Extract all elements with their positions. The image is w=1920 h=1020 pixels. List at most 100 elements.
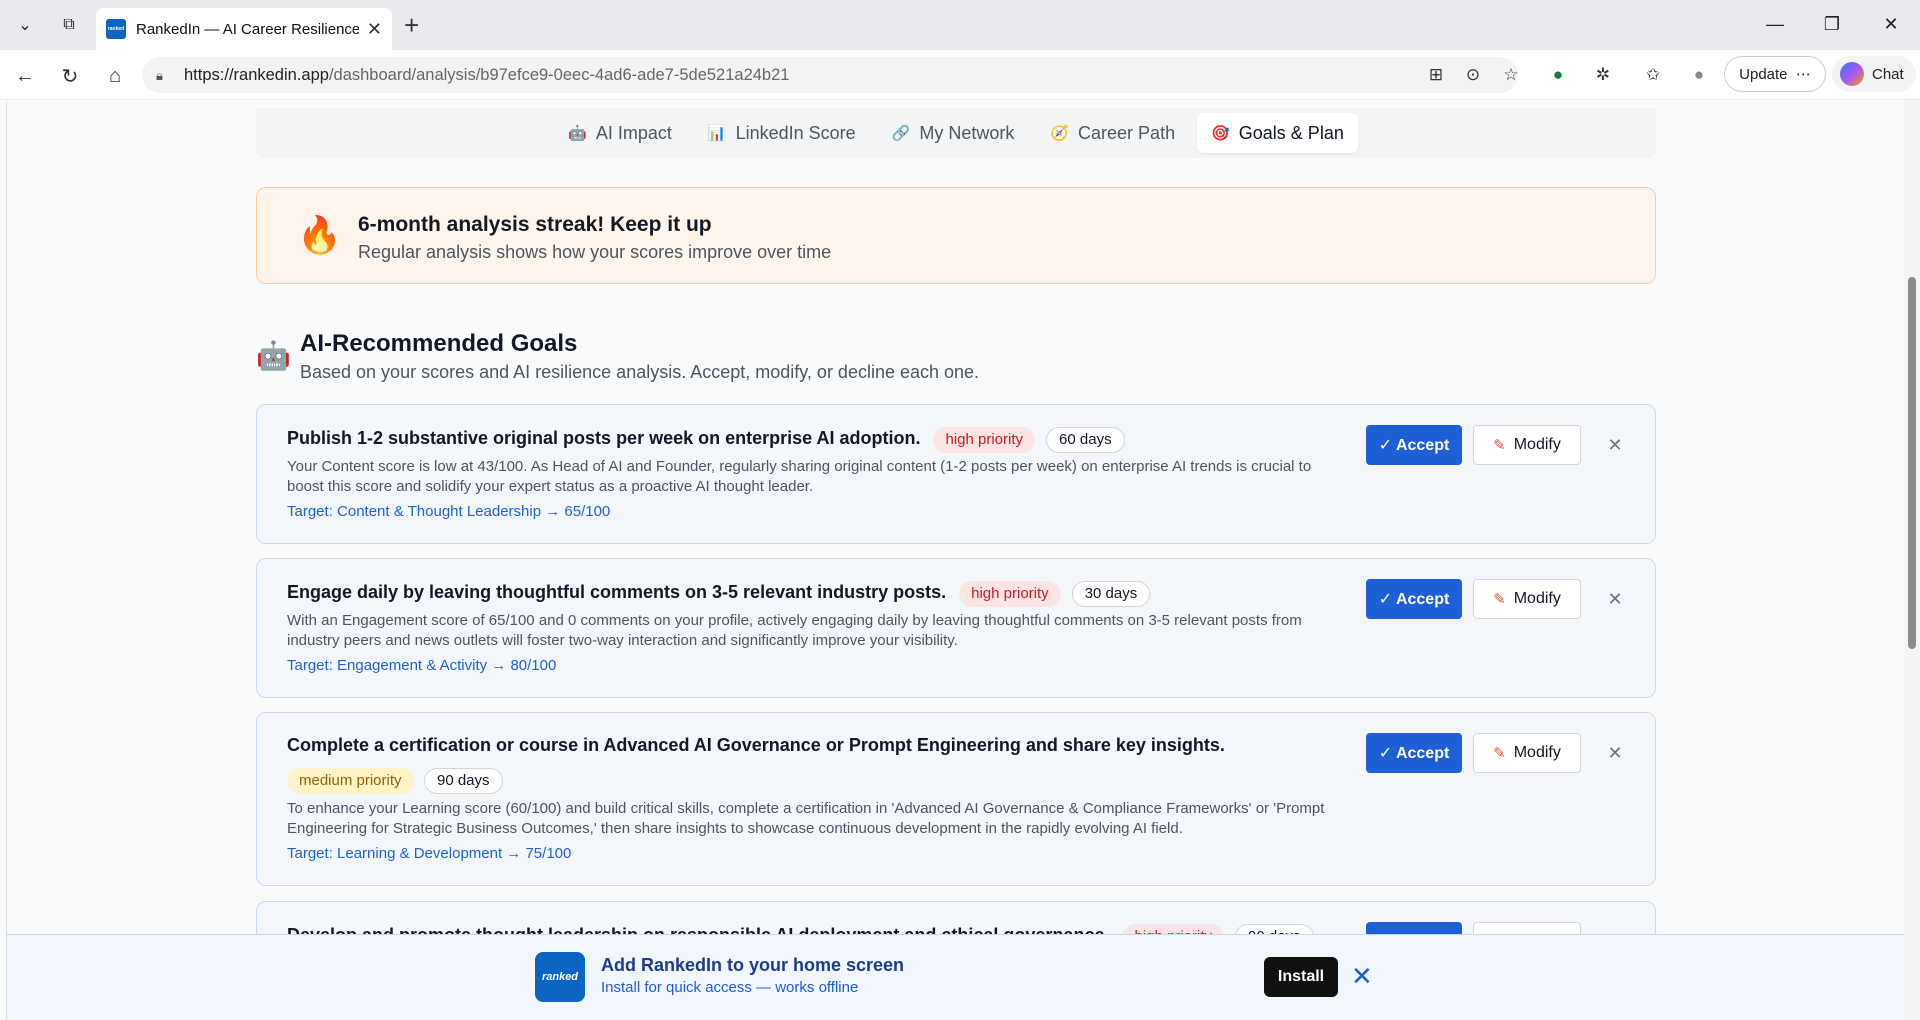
compass-icon: 🧭 xyxy=(1050,125,1070,142)
modify-label: Modify xyxy=(1513,590,1561,607)
goal-card: Publish 1-2 substantive original posts p… xyxy=(256,404,1656,544)
favorites-icon[interactable]: ✩ xyxy=(1640,62,1666,88)
goal-target[interactable]: Target: Engagement & Activity → 80/100 xyxy=(287,657,556,674)
update-button[interactable]: Update ⋯ xyxy=(1724,56,1826,92)
lock-icon: 🔒︎ xyxy=(156,68,163,83)
tab-title: RankedIn — AI Career Resilience S xyxy=(136,20,359,38)
duration-badge: 90 days xyxy=(423,768,503,794)
url-path: /dashboard/analysis/b97efce9-0eec-4ad6-a… xyxy=(328,65,790,84)
goal-target[interactable]: Target: Learning & Development → 75/100 xyxy=(287,845,571,862)
modify-button[interactable]: ✎ Modify xyxy=(1473,733,1581,773)
target-icon: 🎯 xyxy=(1211,125,1230,142)
decline-close-icon[interactable]: ✕ xyxy=(1603,587,1627,611)
streak-title: 6-month analysis streak! Keep it up xyxy=(358,213,712,236)
tab-label: Career Path xyxy=(1078,122,1176,143)
tab-ai-impact[interactable]: 🤖 AI Impact xyxy=(554,113,686,153)
tab-list-chevron-icon[interactable]: ⌄ xyxy=(6,8,44,42)
home-icon[interactable]: ⌂ xyxy=(101,62,129,90)
flame-icon: 🔥 xyxy=(297,214,342,255)
goal-title: Engage daily by leaving thoughtful comme… xyxy=(287,581,1151,607)
goal-description: With an Engagement score of 65/100 and 0… xyxy=(287,612,1302,649)
duration-badge: 30 days xyxy=(1071,581,1151,607)
app-available-icon[interactable]: ⊞ xyxy=(1423,62,1449,88)
new-tab-icon[interactable]: + xyxy=(404,10,419,40)
reload-icon[interactable]: ↻ xyxy=(56,62,84,90)
tab-label: My Network xyxy=(919,122,1015,143)
modify-label: Modify xyxy=(1513,436,1561,453)
browser-tab-active[interactable]: ranked RankedIn — AI Career Resilience S… xyxy=(96,8,392,50)
priority-badge: medium priority xyxy=(287,768,414,794)
url-host: https://rankedin.app xyxy=(184,65,329,84)
favorite-star-icon[interactable]: ☆ xyxy=(1498,62,1524,88)
decline-close-icon[interactable]: ✕ xyxy=(1603,433,1627,457)
goal-description: Your Content score is low at 43/100. As … xyxy=(287,458,1312,495)
minimize-icon[interactable]: — xyxy=(1755,8,1795,40)
modify-button[interactable]: ✎ Modify xyxy=(1473,425,1581,465)
goal-title-text: Publish 1-2 substantive original posts p… xyxy=(287,428,921,448)
browser-tab-bar: ⌄ ⧉ ranked RankedIn — AI Career Resilien… xyxy=(0,0,1920,50)
back-icon[interactable]: ← xyxy=(11,62,39,90)
analysis-tabs: 🤖 AI Impact 📊 LinkedIn Score 🔗 My Network 🧭… xyxy=(256,108,1656,158)
robot-icon: 🤖 xyxy=(568,125,587,142)
pencil-icon: ✎ xyxy=(1493,745,1506,762)
favicon-icon: ranked xyxy=(106,19,126,39)
bar-chart-icon: 📊 xyxy=(707,125,727,142)
modify-button[interactable]: ✎ Modify xyxy=(1473,579,1581,619)
pencil-icon: ✎ xyxy=(1493,437,1506,454)
tab-label: Goals & Plan xyxy=(1238,122,1344,143)
streak-subtitle: Regular analysis shows how your scores i… xyxy=(358,242,832,262)
address-toolbar: ← ↻ ⌂ 🔒︎ https://rankedin.app/dashboard/… xyxy=(0,50,1920,100)
page-scrollbar[interactable] xyxy=(1904,101,1920,1020)
goal-card: Complete a certification or course in Ad… xyxy=(256,712,1656,886)
chat-label: Chat xyxy=(1872,65,1904,83)
install-subtitle: Install for quick access — works offline xyxy=(601,979,859,996)
close-window-icon[interactable]: ✕ xyxy=(1871,8,1911,40)
goal-target[interactable]: Target: Content & Thought Leadership → 6… xyxy=(287,503,610,520)
accept-button[interactable]: ✓ Accept xyxy=(1366,579,1462,619)
scrollbar-thumb[interactable] xyxy=(1908,277,1916,649)
close-tab-icon[interactable]: ✕ xyxy=(367,19,382,40)
copilot-chat-button[interactable]: Chat xyxy=(1832,56,1916,92)
update-label: Update xyxy=(1739,65,1788,83)
extensions-icon[interactable]: ✲ xyxy=(1590,62,1616,88)
goal-title: Complete a certification or course in Ad… xyxy=(287,735,1225,755)
grammarly-icon[interactable]: ● xyxy=(1545,62,1571,88)
accept-button[interactable]: ✓ Accept xyxy=(1366,733,1462,773)
tab-linkedin-score[interactable]: 📊 LinkedIn Score xyxy=(694,113,870,153)
priority-badge: high priority xyxy=(933,427,1036,453)
link-icon: 🔗 xyxy=(891,125,911,142)
tab-label: LinkedIn Score xyxy=(735,122,856,143)
workspaces-icon[interactable]: ⧉ xyxy=(50,8,88,42)
page-viewport: 🤖 AI Impact 📊 LinkedIn Score 🔗 My Network 🧭… xyxy=(6,101,1905,1020)
modify-label: Modify xyxy=(1513,744,1561,761)
robot-icon: 🤖 xyxy=(256,340,291,371)
goals-subtitle: Based on your scores and AI resilience a… xyxy=(300,362,980,382)
goal-title: Publish 1-2 substantive original posts p… xyxy=(287,427,1125,453)
decline-close-icon[interactable]: ✕ xyxy=(1603,741,1627,765)
goal-description: To enhance your Learning score (60/100) … xyxy=(287,800,1325,837)
goal-card: Engage daily by leaving thoughtful comme… xyxy=(256,558,1656,698)
tab-career-path[interactable]: 🧭 Career Path xyxy=(1036,113,1189,153)
rankedin-logo: ranked xyxy=(535,952,585,1002)
more-tools-icon[interactable]: ⊙ xyxy=(1460,62,1486,88)
copilot-icon xyxy=(1840,62,1864,86)
duration-badge: 60 days xyxy=(1046,427,1125,453)
goal-title-text: Engage daily by leaving thoughtful comme… xyxy=(287,582,947,602)
priority-badge: high priority xyxy=(959,581,1061,607)
profile-avatar-icon[interactable]: ● xyxy=(1686,62,1712,88)
streak-banner: 🔥 6-month analysis streak! Keep it up Re… xyxy=(256,187,1656,284)
accept-button[interactable]: ✓ Accept xyxy=(1366,425,1462,465)
install-button[interactable]: Install xyxy=(1264,957,1338,997)
install-app-banner: ranked Add RankedIn to your home screen … xyxy=(7,934,1905,1020)
close-banner-icon[interactable]: ✕ xyxy=(1351,963,1373,989)
goal-badges: medium priority 90 days xyxy=(287,768,503,794)
tab-my-network[interactable]: 🔗 My Network xyxy=(878,113,1029,153)
pencil-icon: ✎ xyxy=(1493,591,1506,608)
install-title: Add RankedIn to your home screen xyxy=(601,955,905,975)
goals-section-header: 🤖 AI-Recommended Goals Based on your sco… xyxy=(256,327,1656,397)
goals-title: AI-Recommended Goals xyxy=(300,330,578,357)
tab-label: AI Impact xyxy=(595,122,672,143)
tab-goals-plan[interactable]: 🎯 Goals & Plan xyxy=(1197,113,1358,153)
url-field[interactable]: 🔒︎ https://rankedin.app/dashboard/analys… xyxy=(142,57,1518,93)
restore-icon[interactable]: ❐ xyxy=(1812,8,1852,40)
